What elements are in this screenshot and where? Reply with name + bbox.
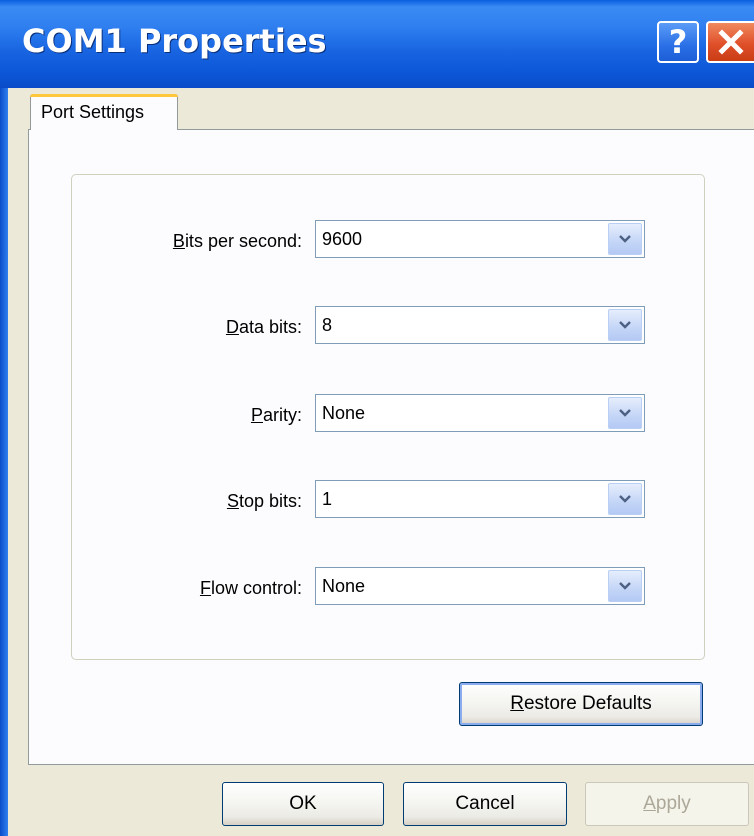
apply-button[interactable]: Apply: [585, 782, 749, 826]
chevron-down-icon: [619, 495, 631, 503]
help-icon: ?: [668, 23, 688, 61]
stop-bits-select[interactable]: 1: [315, 480, 645, 518]
flow-control-value: None: [322, 576, 366, 596]
window-border-left: [0, 88, 8, 836]
parity-value: None: [322, 403, 366, 423]
flow-control-dropdown-button[interactable]: [608, 570, 642, 602]
stop-bits-dropdown-button[interactable]: [608, 483, 642, 515]
parity-label: Parity:: [250, 405, 302, 425]
bits-per-second-value: 9600: [322, 229, 363, 249]
chevron-down-icon: [619, 582, 631, 590]
close-button[interactable]: [706, 21, 754, 63]
flow-control-label: Flow control:: [199, 578, 302, 598]
help-button[interactable]: ?: [657, 21, 699, 63]
stop-bits-label: Stop bits:: [226, 491, 302, 511]
title-bar[interactable]: COM1 Properties ?: [0, 0, 754, 88]
data-bits-dropdown-button[interactable]: [608, 309, 642, 341]
close-icon: [718, 29, 744, 55]
ok-button[interactable]: OK: [222, 782, 384, 826]
stop-bits-value: 1: [322, 489, 333, 509]
data-bits-value: 8: [322, 315, 333, 335]
data-bits-label: Data bits:: [225, 317, 302, 337]
chevron-down-icon: [619, 321, 631, 329]
flow-control-select[interactable]: None: [315, 567, 645, 605]
bits-per-second-dropdown-button[interactable]: [608, 223, 642, 255]
restore-defaults-button[interactable]: Restore Defaults: [459, 682, 703, 726]
tab-label: Port Settings: [41, 102, 145, 122]
parity-dropdown-button[interactable]: [608, 397, 642, 429]
properties-dialog: COM1 Properties ? Port Settings Bits per…: [0, 0, 754, 836]
tab-port-settings[interactable]: Port Settings: [30, 94, 178, 130]
bits-per-second-label: Bits per second:: [172, 231, 302, 251]
window-title: COM1 Properties: [22, 22, 327, 60]
chevron-down-icon: [619, 409, 631, 417]
cancel-button[interactable]: Cancel: [403, 782, 567, 826]
parity-select[interactable]: None: [315, 394, 645, 432]
data-bits-select[interactable]: 8: [315, 306, 645, 344]
bits-per-second-select[interactable]: 9600: [315, 220, 645, 258]
chevron-down-icon: [619, 235, 631, 243]
